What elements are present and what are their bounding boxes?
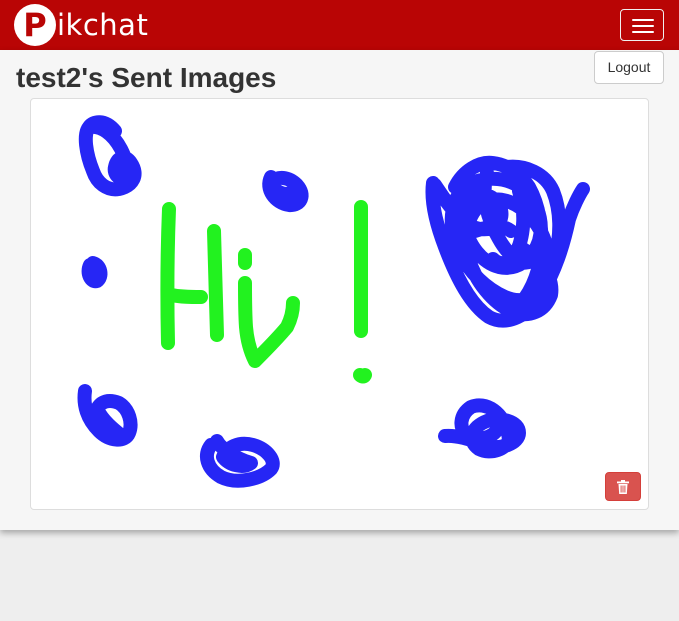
hamburger-icon: [632, 19, 654, 21]
page-title: test2's Sent Images: [16, 62, 277, 93]
delete-image-button[interactable]: [605, 472, 641, 501]
brand-logo[interactable]: P ikchat: [14, 4, 148, 46]
hamburger-icon-bar: [632, 25, 654, 27]
main-content: test2's Sent Images Logout: [0, 50, 679, 530]
green-strokes: [160, 200, 372, 384]
blue-strokes: [77, 115, 590, 488]
brand-letter: P: [23, 6, 47, 44]
sent-image-card: [30, 98, 649, 510]
logout-button[interactable]: Logout: [594, 51, 664, 84]
navbar: P ikchat: [0, 0, 679, 50]
hamburger-icon-bar: [632, 31, 654, 33]
trash-icon: [617, 479, 629, 494]
logo-p-mark: P: [14, 4, 56, 46]
brand-text: ikchat: [57, 8, 149, 42]
navbar-toggle-button[interactable]: [620, 9, 664, 41]
sent-drawing-image[interactable]: [31, 99, 648, 509]
